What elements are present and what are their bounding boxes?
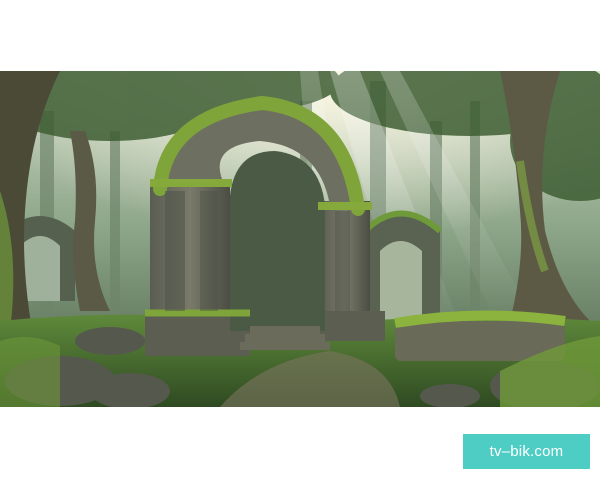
watermark-badge: tv–bik.com (463, 434, 590, 469)
distant-arch-right (362, 210, 442, 321)
forest-ruins-illustration (0, 71, 600, 407)
forest-ruins-image (0, 71, 600, 407)
stone-steps (240, 326, 330, 350)
